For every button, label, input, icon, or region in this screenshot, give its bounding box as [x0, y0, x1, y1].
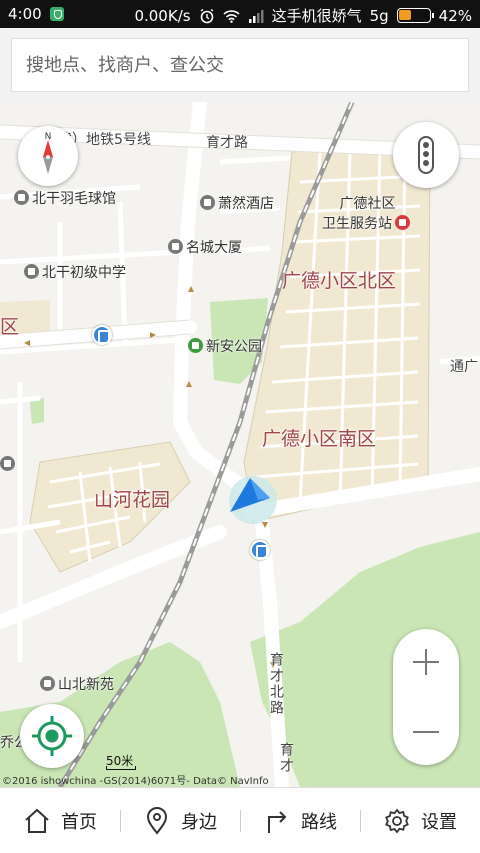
hospital-icon — [395, 215, 410, 230]
nav-nearby-label: 身边 — [181, 811, 217, 833]
battery-percent: 42% — [438, 6, 472, 25]
residence-icon — [40, 676, 55, 691]
compass-icon: N — [43, 132, 53, 174]
area-edge-label: 区 — [0, 316, 20, 338]
traffic-button[interactable] — [393, 122, 459, 188]
poi-badminton[interactable]: 北干羽毛球馆 — [14, 188, 116, 208]
bottom-nav: 首页 身边 路线 设置 — [0, 787, 480, 853]
compass-button[interactable]: N — [18, 126, 78, 186]
park-icon — [188, 338, 203, 353]
nav-home-label: 首页 — [61, 811, 97, 833]
locate-button[interactable] — [20, 704, 84, 768]
area-guangde-north[interactable]: 广德小区北区 — [282, 266, 396, 293]
network-speed: 0.00K/s — [134, 6, 191, 25]
poi-health-center[interactable]: 广德社区 卫生服务站 — [322, 193, 413, 233]
poi-hotel[interactable]: 萧然酒店 — [200, 193, 274, 213]
building-edge-icon — [0, 456, 15, 471]
nav-settings-label: 设置 — [421, 811, 457, 833]
zoom-in-button[interactable] — [393, 629, 459, 695]
battery-icon — [396, 8, 434, 23]
area-shanhe-garden[interactable]: 山河花园 — [94, 485, 170, 512]
poi-park[interactable]: 新安公园 — [188, 336, 262, 356]
nav-route[interactable]: 路线 — [240, 788, 360, 853]
school-icon — [24, 264, 39, 279]
traffic-light-icon — [418, 136, 434, 174]
road-label-yucai-north: 育才北路 — [268, 652, 284, 716]
app-shield-icon — [49, 7, 64, 21]
wifi-icon — [223, 9, 240, 23]
nav-settings[interactable]: 设置 — [360, 788, 480, 853]
signal-icon — [248, 9, 264, 23]
status-bar: 4:00 0.00K/s 这手机很娇气 5g 42% — [0, 0, 480, 28]
search-box[interactable] — [11, 38, 469, 92]
home-icon — [25, 808, 49, 833]
zoom-out-button[interactable] — [393, 699, 459, 765]
bus-stop-icon-2[interactable] — [250, 540, 270, 560]
alarm-icon — [200, 8, 213, 23]
nav-route-label: 路线 — [301, 811, 337, 833]
bus-stop-icon[interactable] — [92, 325, 112, 345]
carrier-name: 这手机很娇气 — [271, 7, 362, 25]
area-guangde-south[interactable]: 广德小区南区 — [262, 424, 376, 451]
hotel-icon — [200, 195, 215, 210]
search-bar — [0, 28, 480, 102]
scale-bar — [106, 766, 136, 770]
poi-shanbei[interactable]: 山北新苑 — [40, 674, 114, 694]
location-pin-icon — [146, 806, 168, 835]
nav-nearby[interactable]: 身边 — [120, 788, 240, 853]
poi-mingcheng[interactable]: 名城大厦 — [168, 237, 242, 257]
badminton-icon — [14, 190, 29, 205]
map-copyright: ©2016 ishowchina -GS(2014)6071号- Data© N… — [2, 776, 269, 787]
route-turn-icon — [268, 810, 287, 833]
road-label-tongguang: 通广 — [450, 359, 478, 375]
building-icon — [168, 239, 183, 254]
locate-target-icon — [32, 716, 72, 756]
road-label-yucai-2: 育才 — [278, 742, 294, 774]
gear-icon — [385, 808, 409, 833]
zoom-control — [393, 629, 459, 765]
road-label-yucai: 育才路 — [206, 135, 248, 151]
status-time: 4:00 — [8, 5, 42, 23]
map-scale: 50米 — [106, 752, 136, 770]
network-type: 5g — [369, 6, 389, 25]
nav-home[interactable]: 首页 — [0, 788, 120, 853]
search-input[interactable] — [12, 39, 468, 91]
poi-school[interactable]: 北干初级中学 — [24, 262, 126, 282]
